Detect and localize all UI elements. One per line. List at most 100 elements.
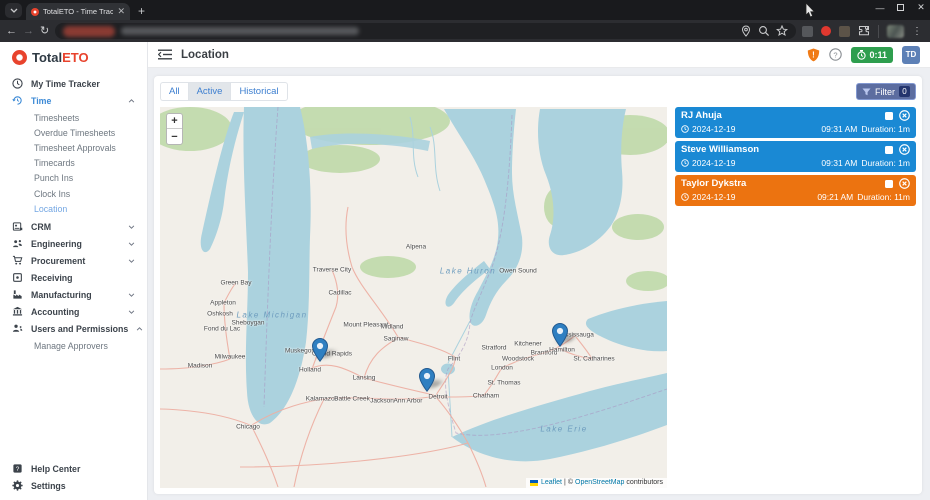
close-window-button[interactable]: ✕ — [916, 2, 926, 13]
sidebar-item-timecards[interactable]: Timecards — [34, 156, 147, 171]
reload-button[interactable]: ↻ — [40, 26, 49, 37]
gear-icon — [12, 480, 23, 491]
sidebar-item-label: My Time Tracker — [31, 79, 135, 89]
app-logo[interactable]: TotalETO — [0, 42, 147, 71]
minimize-button[interactable]: — — [875, 3, 885, 13]
marker-hamilton-on[interactable] — [552, 323, 568, 347]
extension-icon[interactable] — [839, 26, 850, 37]
sidebar-item-manufacturing[interactable]: Manufacturing — [0, 286, 147, 303]
sidebar-item-crm[interactable]: CRM — [0, 218, 147, 235]
stop-icon[interactable] — [885, 112, 893, 120]
marker-detroit-mi[interactable] — [419, 368, 435, 392]
browser-tab[interactable]: TotalETO - Time Tracking Geol... ✕ — [26, 3, 130, 20]
card-date: 2024-12-19 — [692, 158, 818, 168]
osm-link[interactable]: OpenStreetMap — [575, 479, 624, 486]
tab-close-icon[interactable]: ✕ — [117, 7, 125, 16]
stop-icon[interactable] — [885, 146, 893, 154]
profile-avatar[interactable] — [887, 25, 904, 38]
sidebar-item-manage-approvers[interactable]: Manage Approvers — [34, 338, 147, 353]
back-button[interactable]: ← — [6, 26, 17, 37]
stop-icon[interactable] — [885, 180, 893, 188]
alert-shield-icon[interactable]: ! — [807, 48, 820, 62]
employee-name: RJ Ahuja — [681, 110, 879, 121]
sidebar-item-location[interactable]: Location — [34, 201, 147, 216]
user-avatar[interactable]: TD — [902, 46, 920, 64]
zoom-in-button[interactable]: + — [167, 114, 182, 129]
marker-holland-mi[interactable] — [312, 338, 328, 362]
extension-icon[interactable] — [802, 26, 813, 37]
sidebar-item-label: Users and Permissions — [31, 324, 128, 334]
sidebar-item-timesheet-approvals[interactable]: Timesheet Approvals — [34, 140, 147, 155]
sidebar-item-label: Receiving — [31, 273, 135, 283]
card-time: 09:31 AM — [821, 158, 857, 168]
maximize-button[interactable] — [897, 4, 904, 11]
sidebar-item-help-center[interactable]: ? Help Center — [0, 460, 147, 477]
chevron-up-icon — [136, 327, 143, 331]
screen: TotalETO - Time Tracking Geol... ✕ + — ✕… — [0, 0, 930, 500]
leaflet-link[interactable]: Leaflet — [541, 479, 562, 486]
address-bar[interactable] — [55, 23, 796, 39]
help-circle-icon[interactable]: ? — [829, 48, 842, 61]
tabs-row: All Active Historical Filter 0 — [160, 82, 916, 101]
sidebar-item-users-and-permissions[interactable]: Users and Permissions — [0, 320, 147, 337]
sidebar-item-receiving[interactable]: Receiving — [0, 269, 147, 286]
sidebar-item-overdue-timesheets[interactable]: Overdue Timesheets — [34, 125, 147, 140]
clock-icon — [12, 78, 23, 89]
extensions-puzzle-icon[interactable] — [858, 25, 870, 37]
tracker-card: Taylor Dykstra 2024-12-19 09:21 AMDurati… — [675, 175, 916, 206]
clock-icon — [681, 193, 689, 201]
chevron-up-icon — [128, 99, 135, 103]
content-body: + − Leaflet | © OpenStreetMap contributo… — [160, 107, 916, 488]
browser-toolbar: ← → ↻ ⋮ — [0, 20, 930, 42]
view-tabs: All Active Historical — [160, 82, 288, 101]
chevron-down-icon — [128, 293, 135, 297]
browser-menu-button[interactable]: ⋮ — [912, 26, 922, 37]
tab-all[interactable]: All — [160, 82, 188, 101]
sidebar-item-settings[interactable]: Settings — [0, 477, 147, 494]
sidebar-item-time[interactable]: Time — [0, 92, 147, 109]
clock-in-timer-button[interactable]: 0:11 — [851, 47, 893, 63]
zoom-level-icon[interactable] — [758, 25, 770, 37]
filter-count-badge: 0 — [899, 86, 910, 97]
close-circle-icon[interactable] — [899, 144, 910, 155]
location-permission-icon[interactable] — [740, 25, 752, 37]
sidebar-item-clock-ins[interactable]: Clock Ins — [34, 186, 147, 201]
map-canvas[interactable]: + − Leaflet | © OpenStreetMap contributo… — [160, 107, 667, 488]
svg-text:!: ! — [813, 50, 816, 59]
sidebar-item-timesheets[interactable]: Timesheets — [34, 110, 147, 125]
map-tiles — [160, 107, 667, 487]
filter-button[interactable]: Filter 0 — [856, 83, 916, 100]
main-area: Location ! ? 0:11 TD All Active Historic… — [148, 42, 930, 500]
sidebar-nav: My Time Tracker Time Timesheets Overdue … — [0, 75, 147, 356]
sidebar-item-engineering[interactable]: Engineering — [0, 235, 147, 252]
sidebar-item-punch-ins[interactable]: Punch Ins — [34, 171, 147, 186]
tab-historical[interactable]: Historical — [230, 82, 287, 101]
chevron-down-icon — [128, 242, 135, 246]
users-permissions-submenu: Manage Approvers — [0, 337, 147, 355]
zoom-out-button[interactable]: − — [167, 129, 182, 144]
tab-active[interactable]: Active — [188, 82, 231, 101]
history-icon — [12, 95, 23, 106]
close-circle-icon[interactable] — [899, 110, 910, 121]
new-tab-button[interactable]: + — [138, 5, 145, 17]
clock-icon — [681, 125, 689, 133]
card-time: 09:21 AM — [817, 192, 853, 202]
card-duration: Duration: 1m — [861, 158, 910, 168]
tab-search-button[interactable] — [5, 3, 22, 18]
bookmark-star-icon[interactable] — [776, 25, 788, 37]
recording-indicator-icon[interactable] — [821, 26, 831, 36]
security-chip-redacted — [63, 26, 115, 37]
close-circle-icon[interactable] — [899, 178, 910, 189]
url-redacted — [121, 27, 359, 35]
tracker-card-list: RJ Ahuja 2024-12-19 09:31 AM Duration: 1m — [675, 107, 916, 488]
forward-button[interactable]: → — [23, 26, 34, 37]
flag-icon — [530, 480, 538, 486]
sidebar-item-my-time-tracker[interactable]: My Time Tracker — [0, 75, 147, 92]
funnel-icon — [862, 88, 871, 96]
sidebar-item-accounting[interactable]: Accounting — [0, 303, 147, 320]
window-controls: — ✕ — [875, 2, 926, 13]
app-root: TotalETO My Time Tracker Time Timesheets… — [0, 42, 930, 500]
menu-fold-icon[interactable] — [158, 49, 172, 60]
logo-text: TotalETO — [32, 50, 89, 65]
sidebar-item-procurement[interactable]: Procurement — [0, 252, 147, 269]
